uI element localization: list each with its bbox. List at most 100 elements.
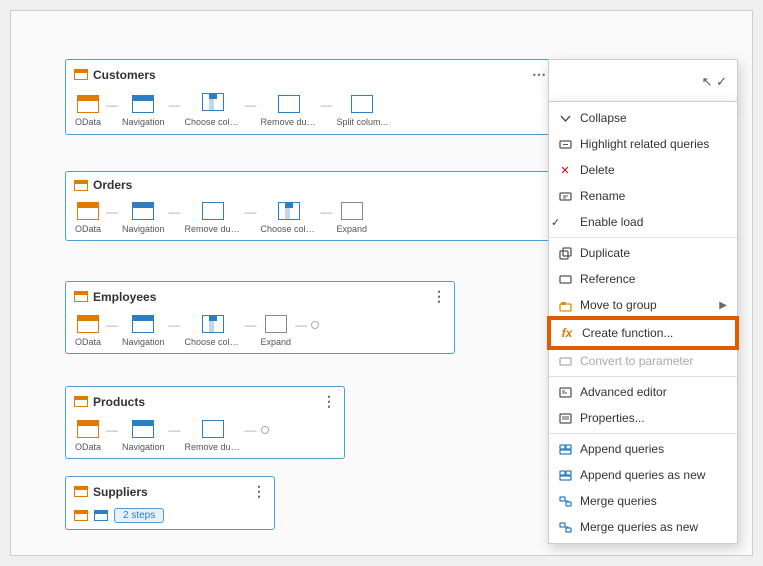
- suppliers-header: Suppliers ⋮: [74, 483, 266, 500]
- menu-item-duplicate[interactable]: Duplicate: [549, 240, 737, 266]
- highlight-label: Highlight related queries: [580, 137, 727, 151]
- rename-label: Rename: [580, 189, 727, 203]
- split-icon-customers: [348, 93, 376, 115]
- products-menu-dots[interactable]: ⋮: [322, 393, 336, 410]
- createfunction-icon: fx: [559, 325, 575, 341]
- suppliers-table-icon: [74, 486, 88, 497]
- choose-icon-customers: [199, 91, 227, 113]
- remove-icon-customers: [275, 93, 303, 115]
- menu-item-movetogroup[interactable]: Move to group ▶: [549, 292, 737, 318]
- menu-item-convertparam: Convert to parameter: [549, 348, 737, 374]
- menu-item-enableload[interactable]: Enable load: [549, 209, 737, 235]
- separator2: [549, 376, 737, 377]
- step-nav-orders: Navigation: [122, 200, 165, 234]
- suppliers-menu-dots[interactable]: ⋮: [252, 483, 266, 500]
- menu-item-appendqueries[interactable]: Append queries: [549, 436, 737, 462]
- convertparam-icon: [557, 353, 573, 369]
- arrow2: —: [169, 98, 181, 112]
- employees-endpoint: [311, 321, 319, 329]
- menu-item-delete[interactable]: ✕ Delete: [549, 157, 737, 183]
- menu-item-advancededitor[interactable]: Advanced editor: [549, 379, 737, 405]
- products-title: Products: [93, 395, 145, 409]
- properties-icon: [557, 410, 573, 426]
- createfunction-label: Create function...: [582, 326, 725, 340]
- arrow3: —: [245, 98, 257, 112]
- menu-item-properties[interactable]: Properties...: [549, 405, 737, 431]
- advancededitor-label: Advanced editor: [580, 385, 727, 399]
- enableload-icon: [557, 214, 573, 230]
- arrow4: —: [321, 98, 333, 112]
- products-header: Products ⋮: [74, 393, 336, 410]
- reference-icon: [557, 271, 573, 287]
- step-remove-orders: Remove duplicat...: [185, 200, 241, 234]
- choose-label-customers: Choose colum... ⓘ: [185, 115, 241, 128]
- customers-menu-dots[interactable]: ⋯: [532, 66, 546, 83]
- orders-header: Orders: [74, 178, 546, 192]
- employees-steps: OData — Navigation — Choose columns — Ex…: [74, 313, 446, 347]
- card-suppliers: Suppliers ⋮ 2 steps: [65, 476, 275, 530]
- duplicate-label: Duplicate: [580, 246, 727, 260]
- employees-title: Employees: [93, 290, 156, 304]
- nav-label-customers: Navigation: [122, 117, 165, 127]
- menu-item-reference[interactable]: Reference: [549, 266, 737, 292]
- odata-label-customers: OData: [75, 117, 101, 127]
- delete-icon: ✕: [557, 162, 573, 178]
- suppliers-steps: 2 steps: [74, 508, 266, 523]
- delete-label: Delete: [580, 163, 727, 177]
- duplicate-icon: [557, 245, 573, 261]
- appendqueriesnew-label: Append queries as new: [580, 468, 727, 482]
- customers-table-icon: [74, 69, 88, 80]
- mergequeries-label: Merge queries: [580, 494, 727, 508]
- customers-header: Customers ⋯: [74, 66, 546, 83]
- remove-label-customers: Remove duplicat...: [261, 117, 317, 127]
- menu-item-rename[interactable]: Rename: [549, 183, 737, 209]
- employees-menu-dots[interactable]: ⋮: [432, 288, 446, 305]
- mergequeriesnew-icon: [557, 519, 573, 535]
- products-steps: OData — Navigation — Remove duplicat... …: [74, 418, 336, 452]
- movetogroup-arrow: ▶: [719, 300, 727, 311]
- arrow1: —: [106, 98, 118, 112]
- rename-icon: [557, 188, 573, 204]
- card-orders: Orders OData — Navigation — Remove dupli…: [65, 171, 555, 241]
- step-choose-customers: Choose colum... ⓘ: [185, 91, 241, 128]
- split-label-customers: Split colum...: [337, 117, 389, 127]
- menu-item-appendqueriesnew[interactable]: Append queries as new: [549, 462, 737, 488]
- suppliers-icon2: [94, 510, 108, 521]
- highlight-icon: [557, 136, 573, 152]
- menu-item-mergequeries[interactable]: Merge queries: [549, 488, 737, 514]
- appendqueries-icon: [557, 441, 573, 457]
- appendqueries-label: Append queries: [580, 442, 727, 456]
- step-remove-customers: Remove duplicat...: [261, 93, 317, 127]
- orders-steps: OData — Navigation — Remove duplicat... …: [74, 200, 546, 234]
- products-endpoint: [261, 426, 269, 434]
- card-employees: Employees ⋮ OData — Navigation — Choose …: [65, 281, 455, 354]
- menu-item-top1[interactable]: ↖ ✓: [549, 69, 737, 95]
- menu-item-highlight[interactable]: Highlight related queries: [549, 131, 737, 157]
- card-products: Products ⋮ OData — Navigation — Remove d…: [65, 386, 345, 459]
- customers-title: Customers: [93, 68, 156, 82]
- step-choose-orders: Choose columns: [261, 200, 317, 234]
- step-odata-customers: OData: [74, 93, 102, 127]
- step-odata-orders: OData: [74, 200, 102, 234]
- customers-steps: OData — Navigation — Choose colum... ⓘ —…: [74, 91, 546, 128]
- menu-item-collapse[interactable]: Collapse: [549, 105, 737, 131]
- main-container: Customers ⋯ OData — Navigation — Choose …: [10, 10, 753, 556]
- step-nav-customers: Navigation: [122, 93, 165, 127]
- menu-item-createfunction[interactable]: fx Create function...: [549, 318, 737, 348]
- nav-icon-customers: [129, 93, 157, 115]
- suppliers-title: Suppliers: [93, 485, 148, 499]
- movetogroup-label: Move to group: [580, 298, 712, 312]
- odata-icon-customers: [74, 93, 102, 115]
- properties-label: Properties...: [580, 411, 727, 425]
- menu-item-mergequeriesnew[interactable]: Merge queries as new: [549, 514, 737, 540]
- enableload-label: Enable load: [580, 215, 727, 229]
- convertparam-label: Convert to parameter: [580, 354, 727, 368]
- suppliers-badge: 2 steps: [114, 508, 164, 523]
- reference-label: Reference: [580, 272, 727, 286]
- card-customers: Customers ⋯ OData — Navigation — Choose …: [65, 59, 555, 135]
- mergequeriesnew-label: Merge queries as new: [580, 520, 727, 534]
- orders-title: Orders: [93, 178, 132, 192]
- appendqueriesnew-icon: [557, 467, 573, 483]
- products-table-icon: [74, 396, 88, 407]
- mergequeries-icon: [557, 493, 573, 509]
